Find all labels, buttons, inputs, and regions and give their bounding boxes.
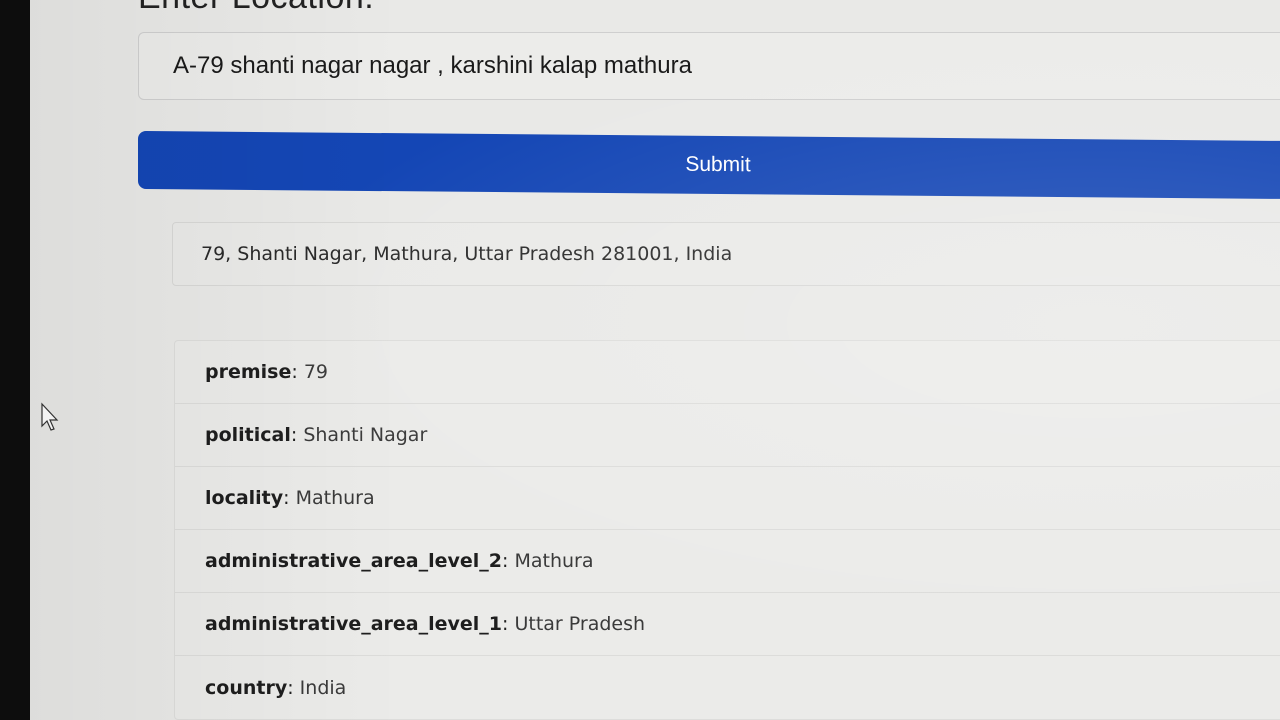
list-item: administrative_area_level_1: Uttar Prade… [175, 593, 1280, 656]
component-value: Mathura [514, 550, 594, 572]
component-key: political [205, 424, 291, 446]
list-item: administrative_area_level_2: Mathura [175, 530, 1280, 593]
submit-button[interactable]: Submit [138, 130, 1280, 200]
component-key: administrative_area_level_1 [205, 613, 503, 635]
component-value: Uttar Pradesh [514, 613, 646, 635]
location-input[interactable] [138, 32, 1280, 100]
mouse-cursor-icon [41, 402, 59, 431]
component-key: administrative_area_level_2 [205, 550, 503, 572]
list-item: premise: 79 [175, 341, 1280, 404]
component-key: country [205, 676, 288, 699]
list-item: political: Shanti Nagar [175, 404, 1280, 467]
component-value: Mathura [295, 487, 375, 509]
address-components-list: premise: 79 political: Shanti Nagar loca… [174, 340, 1280, 720]
browser-viewport: Enter Location: Submit 79, Shanti Nagar,… [30, 0, 1280, 720]
component-key: locality [205, 487, 284, 509]
formatted-address-text: 79, Shanti Nagar, Mathura, Uttar Pradesh… [201, 243, 733, 265]
component-value: Shanti Nagar [303, 424, 428, 446]
list-item: locality: Mathura [175, 467, 1280, 530]
component-key: premise [205, 361, 292, 383]
component-value: India [299, 676, 347, 699]
formatted-address-result: 79, Shanti Nagar, Mathura, Uttar Pradesh… [172, 222, 1280, 286]
component-value: 79 [303, 361, 329, 383]
list-item: country: India [205, 676, 347, 699]
page-title: Enter Location: [138, 0, 374, 17]
